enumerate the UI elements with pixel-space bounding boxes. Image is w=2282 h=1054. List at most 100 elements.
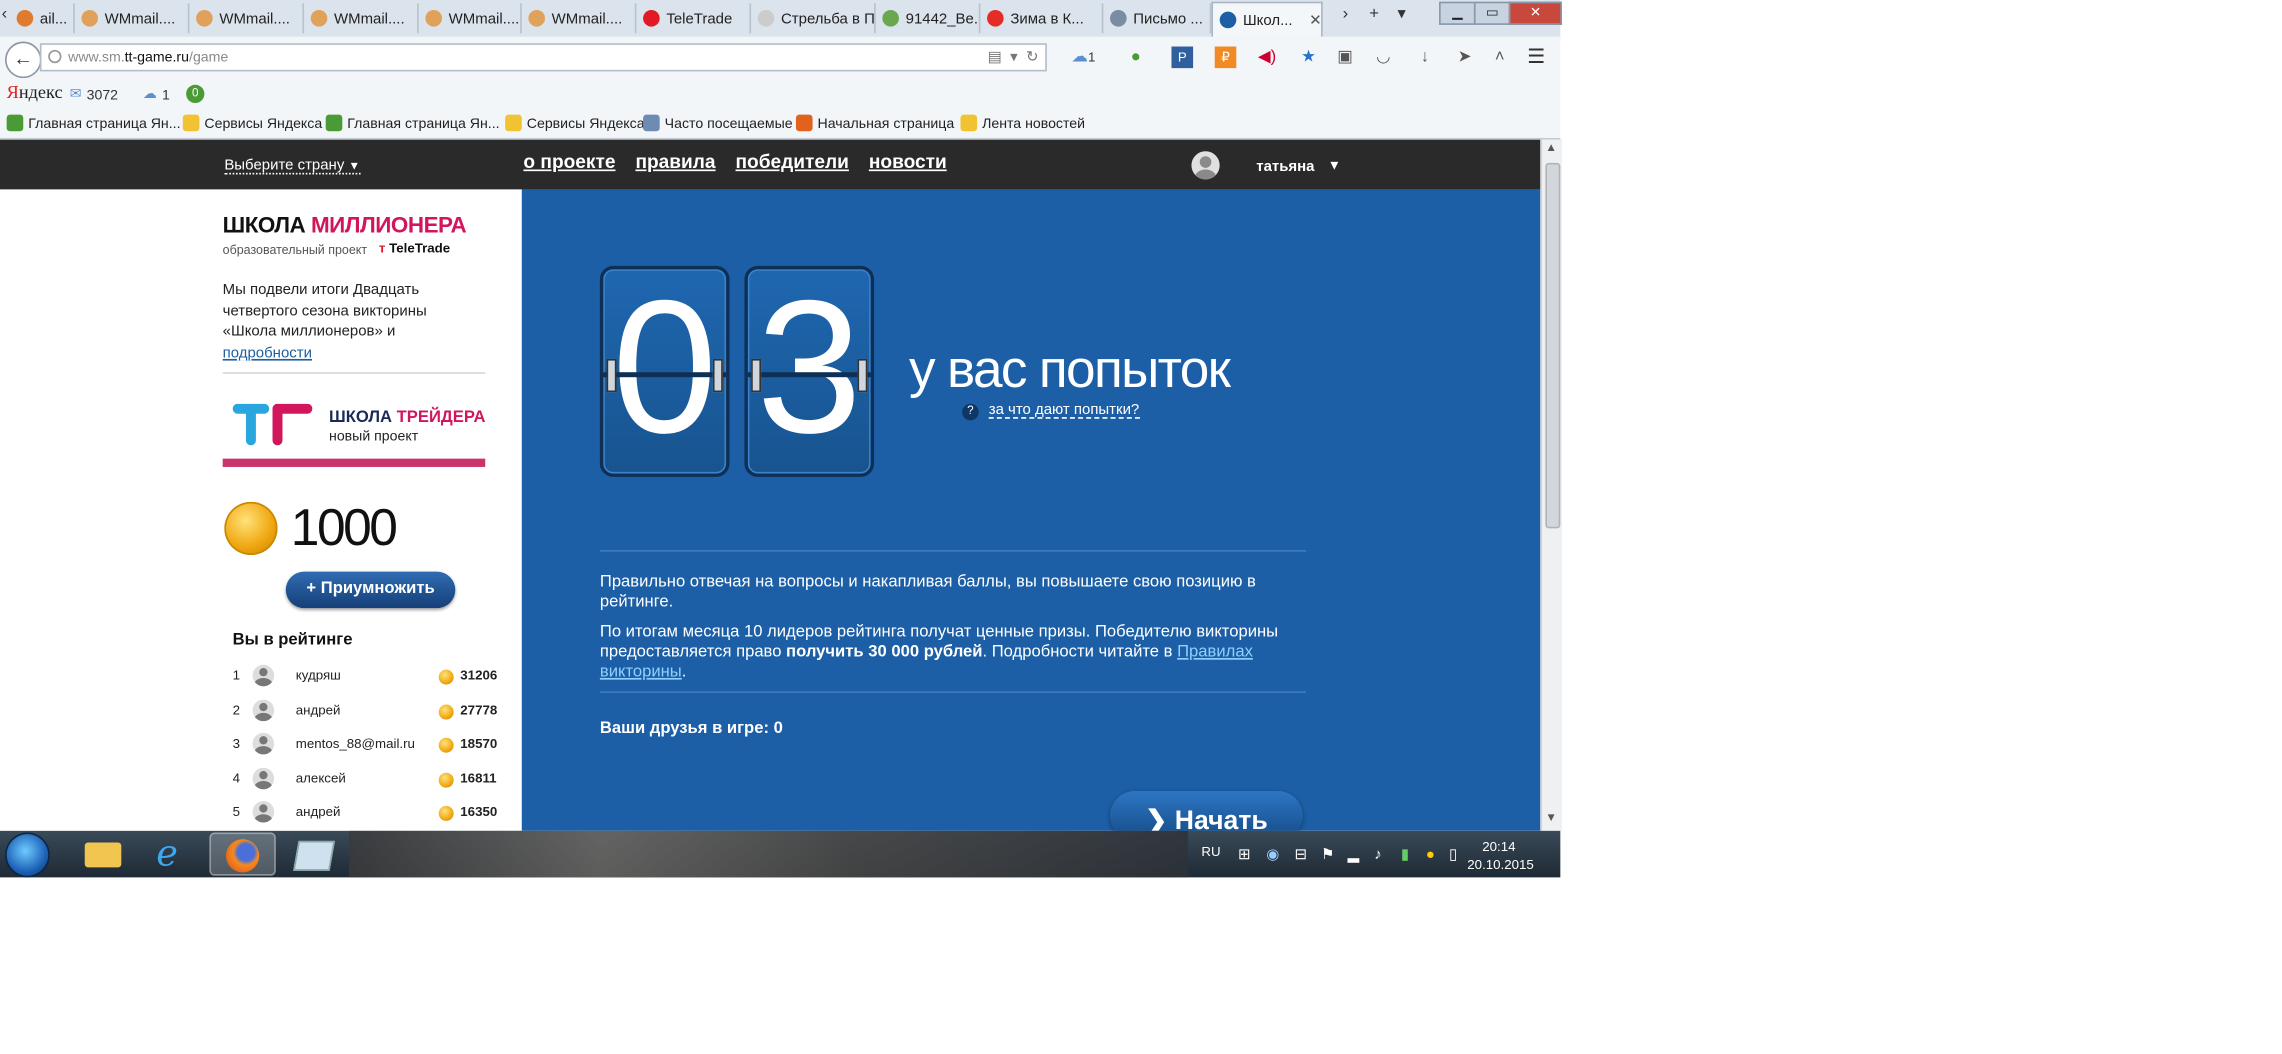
tab-label: WMmail.... <box>448 9 520 27</box>
scroll-down-icon[interactable]: ▼ <box>1545 813 1557 825</box>
rating-score: 18570 <box>460 736 498 752</box>
pink-divider <box>222 458 486 467</box>
tab-7[interactable]: TeleTrade <box>636 3 752 34</box>
tab-list-icon[interactable]: ▾ <box>1397 5 1405 23</box>
scroll-thumb[interactable] <box>1545 162 1561 529</box>
tab-scroll-right-icon[interactable]: › <box>1343 5 1349 23</box>
firefox-icon[interactable] <box>209 832 276 876</box>
new-tab-icon[interactable]: + <box>1369 5 1379 23</box>
orange-tray-icon[interactable]: ● <box>1426 846 1439 863</box>
trader-school-title[interactable]: ШКОЛА ТРЕЙДЕРА <box>329 409 485 427</box>
tab-label: WMmail.... <box>104 9 176 27</box>
bookmark-item[interactable]: Главная страница Ян... <box>325 114 500 132</box>
chevron-up-icon[interactable]: ˄ <box>1489 47 1511 69</box>
usb-icon[interactable]: ▯ <box>1449 846 1462 863</box>
yandex-weather[interactable]: ☁ 1 <box>143 85 170 103</box>
country-select[interactable]: Выберите страну ▼ <box>224 156 361 175</box>
close-tab-icon[interactable]: ✕ <box>1309 11 1321 29</box>
volume-icon[interactable]: ♪ <box>1374 846 1387 863</box>
orange-extension-icon[interactable]: ₽ <box>1214 46 1237 69</box>
flag-icon[interactable]: ⚑ <box>1321 846 1334 863</box>
teletrade-logo[interactable]: ᴛ TeleTrade <box>379 241 450 256</box>
menu-icon[interactable]: ☰ <box>1525 46 1547 69</box>
nav-rules[interactable]: правила <box>635 153 715 173</box>
bookmark-label: Сервисы Яндекса <box>526 114 645 132</box>
tab-9[interactable]: 91442_Ве... <box>876 3 981 34</box>
bookmark-star-icon[interactable]: ★ <box>1298 47 1320 69</box>
yandex-badge[interactable]: 0 <box>186 84 205 104</box>
help-icon[interactable]: ? <box>962 403 979 421</box>
bookmark-item[interactable]: Начальная страница <box>795 114 954 132</box>
back-button[interactable]: ← <box>4 41 42 79</box>
bookmark-item[interactable]: Главная страница Ян... <box>6 114 181 132</box>
user-menu[interactable]: татьяна ▼ <box>1191 151 1341 180</box>
rating-row[interactable]: 2 андрей 27778 <box>233 698 499 722</box>
weather-icon[interactable]: ☁1 <box>1065 47 1102 69</box>
multiply-button[interactable]: + Приумножить <box>285 571 456 609</box>
send-icon[interactable]: ➤ <box>1454 47 1476 69</box>
clipboard-icon[interactable]: ▣ <box>1334 47 1356 69</box>
tab-label: Стрельба в П... <box>780 9 875 27</box>
download-icon[interactable]: ↓ <box>1414 47 1436 69</box>
divider <box>599 550 1307 552</box>
windows-flag-icon[interactable]: ⊞ <box>1238 846 1251 863</box>
tab-6[interactable]: WMmail.... <box>522 3 637 34</box>
notes-app-icon[interactable] <box>279 833 345 876</box>
security-icon[interactable]: ▮ <box>1401 846 1414 863</box>
tab-11[interactable]: Письмо ... <box>1103 3 1212 34</box>
why-attempts-link[interactable]: за что дают попытки? <box>988 400 1140 419</box>
reader-view-icon[interactable]: ▤ <box>988 48 1002 65</box>
details-link[interactable]: подробности <box>223 343 312 360</box>
rating-rank: 3 <box>232 736 241 752</box>
address-bar[interactable]: www.sm.tt-game.ru/game ▤ ▾ ↻ <box>39 43 1047 72</box>
pocket-icon[interactable]: ◡ <box>1373 47 1395 69</box>
rating-score: 16350 <box>460 804 498 820</box>
network-globe-icon[interactable]: ◉ <box>1266 846 1279 863</box>
reload-icon[interactable]: ↻ <box>1026 48 1039 65</box>
tab-4[interactable]: WMmail.... <box>304 3 419 34</box>
rating-row[interactable]: 3 mentos_88@mail.ru 18570 <box>232 732 499 756</box>
tab-3[interactable]: WMmail.... <box>189 3 305 34</box>
minimize-icon[interactable]: ▁ <box>1439 1 1476 25</box>
start-button[interactable]: ❯ Начать <box>1110 790 1303 831</box>
explorer-icon[interactable] <box>70 833 136 876</box>
maximize-icon[interactable]: ▭ <box>1473 1 1511 25</box>
coin-icon <box>224 501 278 556</box>
start-button-icon[interactable] <box>6 834 49 876</box>
bookmark-item[interactable]: Сервисы Яндекса <box>182 114 322 132</box>
internet-explorer-icon[interactable]: e <box>140 833 206 876</box>
tab-5[interactable]: WMmail.... <box>419 3 522 34</box>
site-info-icon[interactable] <box>48 49 62 64</box>
school-millionaire-logo[interactable]: ШКОЛА МИЛЛИОНЕРА <box>223 213 467 238</box>
url-dropdown-icon[interactable]: ▾ <box>1010 48 1018 65</box>
rating-row[interactable]: 4 алексей 16811 <box>233 766 499 790</box>
trader-school-logo-icon[interactable] <box>232 403 313 446</box>
tab-12[interactable]: Школ... ✕ <box>1211 1 1323 37</box>
bookmark-item[interactable]: Часто посещаемые <box>643 114 793 132</box>
vertical-scrollbar[interactable]: ▲ ▼ <box>1540 139 1562 831</box>
rating-row[interactable]: 5 андрей 16350 <box>233 800 499 824</box>
rating-row[interactable]: 1 кудряш 31206 <box>233 664 499 688</box>
bookmark-item[interactable]: Лента новостей <box>960 114 1085 132</box>
green-badge-icon[interactable]: ● <box>1125 47 1147 69</box>
rating-avatar <box>252 698 275 721</box>
tab-scroll-left-icon[interactable]: ‹ <box>2 5 8 23</box>
bookmark-item[interactable]: Сервисы Яндекса <box>505 114 645 132</box>
yandex-mail[interactable]: ✉ 3072 <box>70 85 118 103</box>
tab-8[interactable]: Стрельба в П... <box>751 3 876 34</box>
nav-winners[interactable]: победители <box>736 153 849 173</box>
nav-news[interactable]: новости <box>869 153 947 173</box>
clock[interactable]: 20:14 20.10.2015 <box>1467 837 1534 874</box>
close-window-icon[interactable]: ✕ <box>1508 1 1562 25</box>
sliders-icon[interactable]: ⊟ <box>1294 846 1307 863</box>
yandex-logo[interactable]: Яндекс <box>7 83 63 103</box>
tab-10[interactable]: Зима в К... <box>980 3 1104 34</box>
signal-icon[interactable]: ▂ <box>1348 846 1361 863</box>
p-extension-icon[interactable]: P <box>1171 46 1194 69</box>
tab-1[interactable]: ail... <box>10 3 75 34</box>
speaker-icon[interactable]: ◀) <box>1256 47 1278 69</box>
language-indicator[interactable]: RU <box>1201 844 1220 859</box>
scroll-up-icon[interactable]: ▲ <box>1545 143 1557 155</box>
tab-2[interactable]: WMmail.... <box>75 3 190 34</box>
nav-about[interactable]: о проекте <box>523 153 615 173</box>
